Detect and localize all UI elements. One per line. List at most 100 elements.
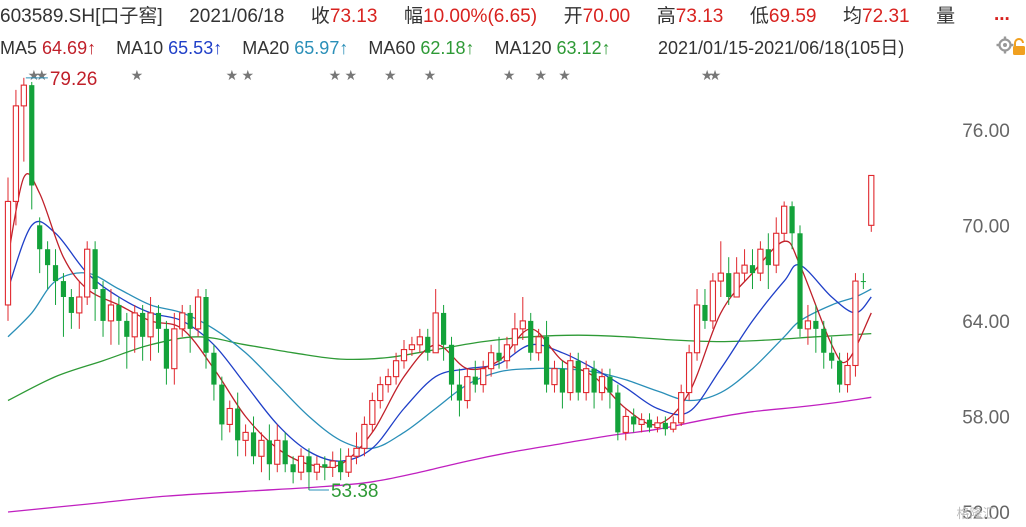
y-tick-label: 58.00 (962, 407, 1010, 428)
candle-body-up (242, 431, 249, 441)
candle-body-down (68, 297, 74, 313)
candle-body-down (211, 352, 217, 385)
high-label: 高 (656, 6, 676, 27)
candle-body-down (496, 352, 502, 361)
event-star: ★ (329, 67, 342, 83)
candle-body-down (528, 320, 534, 353)
ma60-value: 62.18↑ (420, 38, 475, 58)
candle-body-up (84, 248, 91, 298)
candle-body-up (12, 105, 20, 202)
candle-body-down (140, 312, 146, 337)
low-label: 低 (749, 6, 769, 27)
y-tick-label: 64.00 (962, 312, 1010, 333)
candle-body-down (290, 464, 296, 473)
candle-body-up (4, 200, 12, 306)
candle-body-up (171, 328, 178, 370)
candle-body-down (702, 304, 708, 321)
ma60-label: MA60 (368, 38, 416, 58)
ma5-value: 64.69↑ (42, 38, 97, 58)
candle-body-down (116, 304, 122, 321)
candle-body-up (654, 422, 661, 429)
candle-body-down (662, 422, 668, 430)
high-value: 73.13 (675, 6, 724, 27)
candle-body-down (765, 249, 771, 266)
candle-body-up (147, 312, 154, 338)
candle-body-up (480, 368, 487, 386)
candle-body-up (567, 360, 574, 394)
candle-body-down (52, 265, 59, 282)
ma-legend: MA5 64.69↑ MA10 65.53↑ MA20 65.97↑ MA60 … (0, 37, 611, 59)
candle-body-down (250, 432, 257, 457)
avg-label: 均 (843, 6, 863, 27)
candle-body-down (559, 368, 565, 393)
event-star: ★ (344, 67, 357, 83)
close-label: 收 (310, 6, 330, 27)
ma20-value: 65.97↑ (294, 38, 349, 58)
candle-body-up (258, 439, 265, 457)
ma120-label: MA120 (494, 38, 552, 58)
candle-body-down (425, 336, 431, 353)
ma120-value: 63.12↑ (556, 38, 611, 58)
candle-body-down (266, 440, 272, 465)
candle-body-down (441, 312, 447, 345)
close-value: 73.13 (329, 6, 378, 27)
annotations: 79.26 53.38 格隆汇 (25, 69, 996, 522)
candle-body-up (345, 455, 352, 473)
candle-body-up (392, 360, 400, 378)
change-value: 10.00%(6.65) (423, 6, 538, 27)
candle-body-up (416, 336, 423, 346)
volume-label: 量 (936, 6, 956, 27)
high-annotation: 79.26 (50, 69, 98, 90)
candle-body-up (369, 399, 376, 425)
candle-body-up (781, 205, 788, 234)
candle-body-up (757, 248, 764, 274)
candle-body-up (377, 384, 384, 402)
event-star: ★ (226, 67, 239, 83)
avg-value: 72.31 (862, 6, 910, 27)
ma10-label: MA10 (116, 38, 164, 58)
y-tick-label: 70.00 (962, 216, 1010, 237)
open-value: 70.00 (582, 6, 631, 27)
ma20-label: MA20 (242, 38, 290, 58)
event-star: ★ (424, 67, 437, 83)
event-stars: ★★ ★ ★ ★ ★ ★ ★ ★ ★ ★ ★ ★★ (28, 67, 722, 83)
candle-body-down (829, 352, 835, 361)
candle-body-down (322, 464, 328, 468)
event-star: ★ (558, 67, 571, 83)
candle-body-up (274, 439, 281, 465)
open-label: 开 (563, 6, 583, 27)
candle-body-up (313, 463, 321, 473)
candle-body-up (408, 344, 416, 351)
candle-body-down (575, 360, 581, 393)
more-button[interactable]: ... (994, 4, 1010, 26)
stock-name: [口子窖] (95, 6, 163, 27)
candle-body-up (353, 447, 360, 457)
candle-body-down (60, 281, 67, 297)
candle-body-down (100, 289, 106, 321)
candle-body-down (448, 344, 455, 385)
low-value: 69.59 (768, 6, 817, 27)
low-annotation: 53.38 (331, 481, 379, 502)
event-star: ★ (384, 67, 397, 83)
candle-body-up (226, 407, 233, 425)
candle-body-up (741, 264, 748, 274)
candle-body-up (733, 272, 740, 298)
candle-body-down (607, 376, 613, 393)
candle-body-down (543, 336, 550, 385)
candle-body-down (726, 273, 732, 297)
candle-body-up (361, 423, 368, 449)
lock-icon[interactable] (1008, 38, 1026, 60)
event-star: ★ (709, 67, 722, 83)
stock-code: 603589.SH (0, 6, 96, 27)
watermark-text: 格隆汇 (956, 506, 995, 522)
candles (4, 77, 875, 491)
candle-body-up (868, 174, 875, 226)
candle-body-up (131, 312, 138, 338)
candle-body-up (179, 312, 186, 330)
ma5-label: MA5 (0, 38, 38, 58)
candle-body-up (432, 312, 439, 354)
event-star: ★ (36, 67, 49, 83)
candle-body-up (329, 460, 336, 468)
event-star: ★ (131, 67, 144, 83)
candle-body-up (511, 328, 519, 346)
